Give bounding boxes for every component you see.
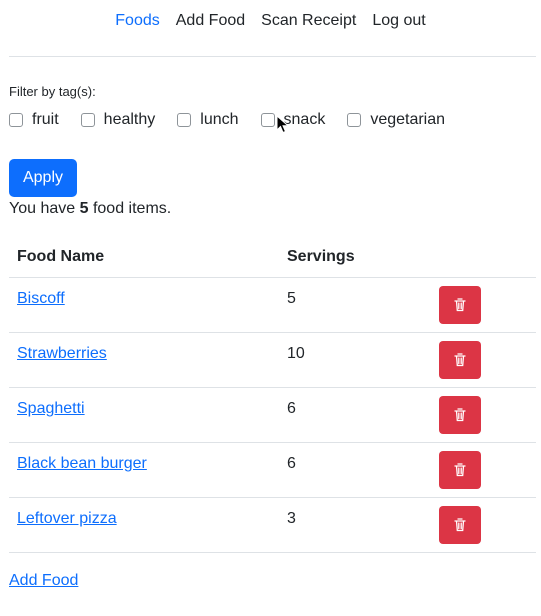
tag-checkbox-lunch[interactable]: [177, 113, 192, 127]
food-count-number: 5: [79, 200, 89, 217]
table-row: Black bean burger 6: [9, 443, 536, 498]
servings-value: 3: [287, 510, 296, 527]
delete-button[interactable]: [439, 451, 481, 489]
mouse-cursor-icon: [276, 115, 290, 134]
delete-button[interactable]: [439, 506, 481, 544]
nav-scan-receipt-link[interactable]: Scan Receipt: [261, 12, 356, 30]
servings-value: 5: [287, 290, 296, 307]
tag-option-healthy[interactable]: healthy: [80, 111, 156, 129]
add-food-link[interactable]: Add Food: [9, 572, 78, 590]
food-count-suffix: food items.: [92, 200, 172, 217]
tag-option-vegetarian[interactable]: vegetarian: [347, 111, 445, 129]
trash-icon: [454, 408, 466, 422]
food-name-link[interactable]: Strawberries: [17, 345, 107, 363]
column-header-servings: Servings: [287, 248, 355, 265]
food-name-link[interactable]: Spaghetti: [17, 400, 85, 418]
filter-label: Filter by tag(s):: [9, 84, 96, 99]
tag-checkbox-snack[interactable]: [260, 113, 275, 127]
tag-option-snack[interactable]: snack: [260, 111, 325, 129]
tag-checkbox-healthy[interactable]: [80, 113, 95, 127]
servings-value: 10: [287, 345, 305, 362]
delete-button[interactable]: [439, 341, 481, 379]
trash-icon: [454, 353, 466, 367]
top-nav: Foods Add Food Scan Receipt Log out: [0, 10, 541, 32]
food-count-text: You have 5 food items.: [9, 200, 171, 218]
food-name-link[interactable]: Biscoff: [17, 290, 65, 308]
delete-button[interactable]: [439, 286, 481, 324]
food-count-prefix: You have: [9, 200, 76, 217]
food-name-link[interactable]: Black bean burger: [17, 455, 147, 473]
table-row: Biscoff 5: [9, 278, 536, 333]
apply-button[interactable]: Apply: [9, 159, 77, 197]
tag-option-lunch[interactable]: lunch: [177, 111, 239, 129]
delete-button[interactable]: [439, 396, 481, 434]
tag-label-lunch: lunch: [200, 111, 239, 128]
servings-value: 6: [287, 400, 296, 417]
tag-checkbox-fruit[interactable]: [9, 113, 23, 127]
food-name-link[interactable]: Leftover pizza: [17, 510, 117, 528]
trash-icon: [454, 518, 466, 532]
food-table: Food Name Servings Biscoff 5 Strawberrie…: [9, 237, 536, 553]
table-row: Strawberries 10: [9, 333, 536, 388]
nav-add-food-link[interactable]: Add Food: [176, 12, 245, 30]
nav-logout-link[interactable]: Log out: [372, 12, 425, 30]
trash-icon: [454, 298, 466, 312]
tag-checkbox-vegetarian[interactable]: [347, 113, 362, 127]
table-row: Spaghetti 6: [9, 388, 536, 443]
tag-option-fruit[interactable]: fruit: [9, 111, 59, 129]
nav-foods-link[interactable]: Foods: [115, 12, 159, 30]
table-header: Food Name Servings: [9, 237, 536, 278]
tag-label-vegetarian: vegetarian: [370, 111, 446, 128]
trash-icon: [454, 463, 466, 477]
tag-label-fruit: fruit: [32, 111, 59, 128]
column-header-food-name: Food Name: [17, 248, 105, 265]
tag-label-healthy: healthy: [103, 111, 156, 128]
tag-filter-group: fruit healthy lunch snack vegetarian: [9, 111, 467, 129]
table-row: Leftover pizza 3: [9, 498, 536, 553]
nav-divider: [9, 56, 536, 57]
servings-value: 6: [287, 455, 296, 472]
